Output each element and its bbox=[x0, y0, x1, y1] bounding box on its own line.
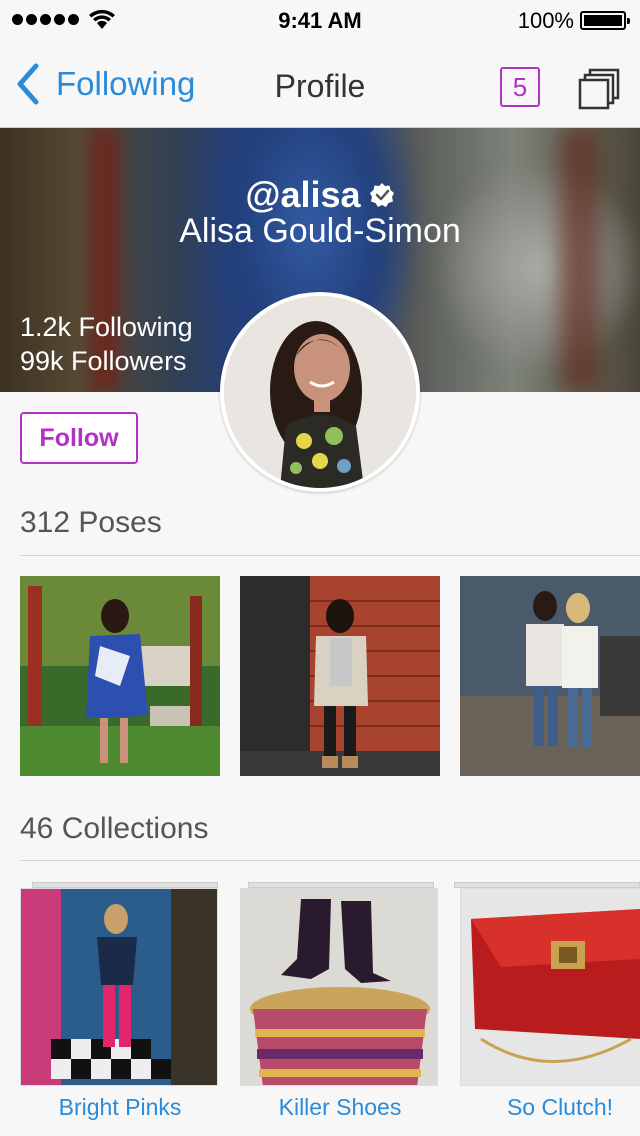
divider bbox=[20, 555, 640, 556]
chevron-left-icon bbox=[17, 63, 39, 105]
collections-section-title[interactable]: 46 Collections bbox=[20, 812, 208, 846]
collection-cover-photo bbox=[461, 889, 640, 1085]
following-count[interactable]: 1.2k Following bbox=[20, 312, 193, 343]
verified-badge-icon bbox=[369, 183, 394, 207]
pose-thumbnail[interactable] bbox=[460, 576, 640, 776]
username-handle: @alisa bbox=[245, 174, 361, 215]
back-button-label: Following bbox=[56, 65, 196, 102]
pose-photo bbox=[20, 576, 220, 776]
collection-card[interactable] bbox=[240, 882, 440, 1107]
profile-full-name: Alisa Gould-Simon bbox=[179, 212, 461, 250]
battery-icon bbox=[580, 11, 630, 30]
back-button[interactable]: Following bbox=[14, 62, 195, 106]
collection-title[interactable]: Killer Shoes bbox=[240, 1094, 440, 1121]
pose-thumbnail[interactable] bbox=[20, 576, 220, 776]
avatar-photo bbox=[224, 296, 416, 488]
follow-button[interactable]: Follow bbox=[20, 412, 138, 464]
notification-badge[interactable]: 5 bbox=[500, 67, 540, 107]
poses-section-title[interactable]: 312 Poses bbox=[20, 506, 162, 540]
followers-count[interactable]: 99k Followers bbox=[20, 346, 187, 377]
divider bbox=[20, 860, 640, 861]
collection-card[interactable] bbox=[20, 882, 220, 1107]
collection-title[interactable]: Bright Pinks bbox=[20, 1094, 220, 1121]
collection-title[interactable]: So Clutch! bbox=[460, 1094, 640, 1121]
pose-photo bbox=[460, 576, 640, 776]
pose-thumbnail[interactable] bbox=[240, 576, 440, 776]
status-bar: 9:41 AM 100% bbox=[0, 0, 640, 40]
battery-percentage: 100% bbox=[517, 8, 574, 33]
pose-photo bbox=[240, 576, 440, 776]
navigation-bar: Following Profile 5 bbox=[0, 40, 640, 128]
collection-cover-photo bbox=[241, 889, 437, 1085]
handle-row: @alisa bbox=[0, 174, 640, 216]
collections-stack-icon[interactable] bbox=[578, 66, 622, 110]
collection-card[interactable] bbox=[454, 882, 640, 1107]
collection-cover-photo bbox=[21, 889, 217, 1085]
avatar[interactable] bbox=[220, 292, 420, 492]
